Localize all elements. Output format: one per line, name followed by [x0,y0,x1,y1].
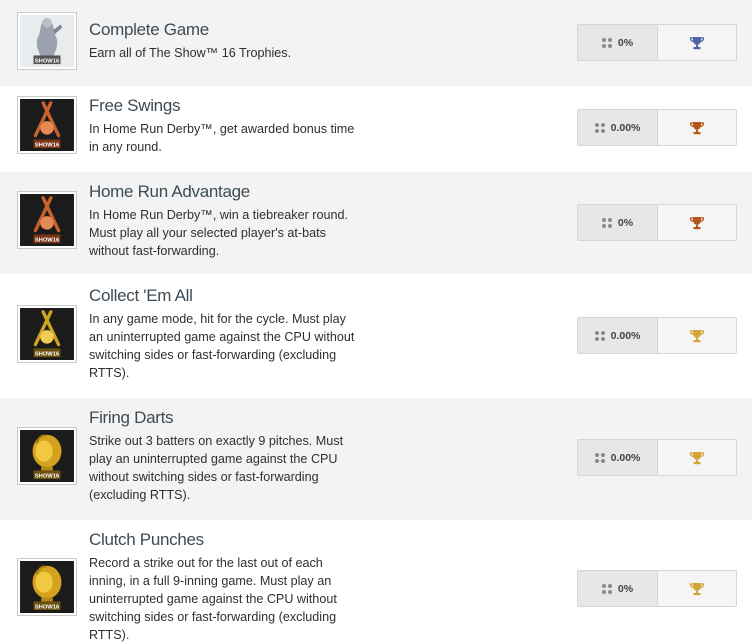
gold-bats-icon: SHOW16 [17,305,77,363]
trophy-description: Record a strike out for the last out of … [89,554,389,644]
trophy-image: SHOW16 [20,15,74,67]
trophy-description: In Home Run Derby™, get awarded bonus ti… [89,120,389,156]
description-line: switching sides or fast-forwarding (excl… [89,348,337,362]
svg-text:SHOW16: SHOW16 [35,605,59,611]
trophy-stat: 0% [577,570,737,607]
bronze-bats-icon: SHOW16 [17,96,77,154]
platinum-statue-icon: SHOW16 [17,12,77,70]
trophy-image: SHOW16 [20,99,74,151]
svg-text:SHOW16: SHOW16 [35,59,59,65]
description-line: RTTS). [89,366,130,380]
gold-glove-icon: SHOW16 [17,558,77,616]
percent-cell[interactable]: 0% [578,571,658,606]
trophy-title[interactable]: Clutch Punches [89,530,204,550]
percent-cell[interactable]: 0.00% [578,440,658,475]
description-line: uninterrupted game against the CPU witho… [89,592,337,606]
trophy-grade-cell[interactable] [658,318,736,353]
percent-cell[interactable]: 0% [578,25,658,60]
trophy-description: Strike out 3 batters on exactly 9 pitche… [89,432,389,504]
percent-value: 0.00% [610,121,641,134]
trophy-image: SHOW16 [20,194,74,246]
trophy-image: SHOW16 [20,430,74,482]
description-line: Must play all your selected player's at-… [89,226,326,240]
grid-icon [601,583,612,594]
trophy-grade-cell[interactable] [658,440,736,475]
trophy-icon [689,582,705,595]
gold-glove-icon: SHOW16 [17,427,77,485]
grid-icon [601,217,612,228]
percent-cell[interactable]: 0% [578,205,658,240]
description-line: RTTS). [89,628,130,642]
description-line: (excluding RTTS). [89,488,191,502]
percent-value: 0% [617,216,634,229]
trophy-description: In Home Run Derby™, win a tiebreaker rou… [89,206,389,260]
trophy-icon [689,36,705,49]
trophy-stat: 0% [577,204,737,241]
description-line: In Home Run Derby™, get awarded bonus ti… [89,122,355,136]
trophy-title[interactable]: Home Run Advantage [89,182,250,202]
description-line: Record a strike out for the last out of … [89,556,323,570]
grid-icon [594,452,605,463]
bronze-bats-icon: SHOW16 [17,191,77,249]
trophy-title[interactable]: Firing Darts [89,408,174,428]
trophy-grade-cell[interactable] [658,571,736,606]
description-line: in any round. [89,140,162,154]
trophy-icon [689,329,705,342]
svg-text:SHOW16: SHOW16 [35,474,59,480]
svg-text:SHOW16: SHOW16 [35,352,59,358]
description-line: without switching sides or fast-forwardi… [89,470,319,484]
description-line: Strike out 3 batters on exactly 9 pitche… [89,434,344,448]
description-line: In any game mode, hit for the cycle. Mus… [89,312,346,326]
percent-value: 0% [617,582,634,595]
svg-text:SHOW16: SHOW16 [35,143,59,149]
trophy-grade-cell[interactable] [658,25,736,60]
grid-icon [594,330,605,341]
grid-icon [601,37,612,48]
trophy-stat: 0.00% [577,439,737,476]
percent-value: 0.00% [610,329,641,342]
trophy-stat: 0.00% [577,317,737,354]
description-line: switching sides or fast-forwarding (excl… [89,610,337,624]
percent-value: 0.00% [610,451,641,464]
trophy-title[interactable]: Collect 'Em All [89,286,193,306]
description-line: play an uninterrupted game against the C… [89,452,338,466]
trophy-grade-cell[interactable] [658,205,736,240]
trophy-stat: 0.00% [577,109,737,146]
svg-text:SHOW16: SHOW16 [35,238,59,244]
percent-value: 0% [617,36,634,49]
description-line: inning, in a full 9-inning game. Must pl… [89,574,332,588]
trophy-title[interactable]: Free Swings [89,96,180,116]
percent-cell[interactable]: 0.00% [578,318,658,353]
description-line: In Home Run Derby™, win a tiebreaker rou… [89,208,348,222]
description-line: Earn all of The Show™ 16 Trophies. [89,46,292,60]
trophy-description: In any game mode, hit for the cycle. Mus… [89,310,389,382]
trophy-icon [689,216,705,229]
description-line: without fast-forwarding. [89,244,220,258]
trophy-icon [689,451,705,464]
grid-icon [594,122,605,133]
percent-cell[interactable]: 0.00% [578,110,658,145]
trophy-icon [689,121,705,134]
trophy-description: Earn all of The Show™ 16 Trophies. [89,44,389,62]
trophy-grade-cell[interactable] [658,110,736,145]
trophy-image: SHOW16 [20,308,74,360]
description-line: an uninterrupted game against the CPU wi… [89,330,355,344]
trophy-title[interactable]: Complete Game [89,20,209,40]
trophy-image: SHOW16 [20,561,74,613]
trophy-stat: 0% [577,24,737,61]
